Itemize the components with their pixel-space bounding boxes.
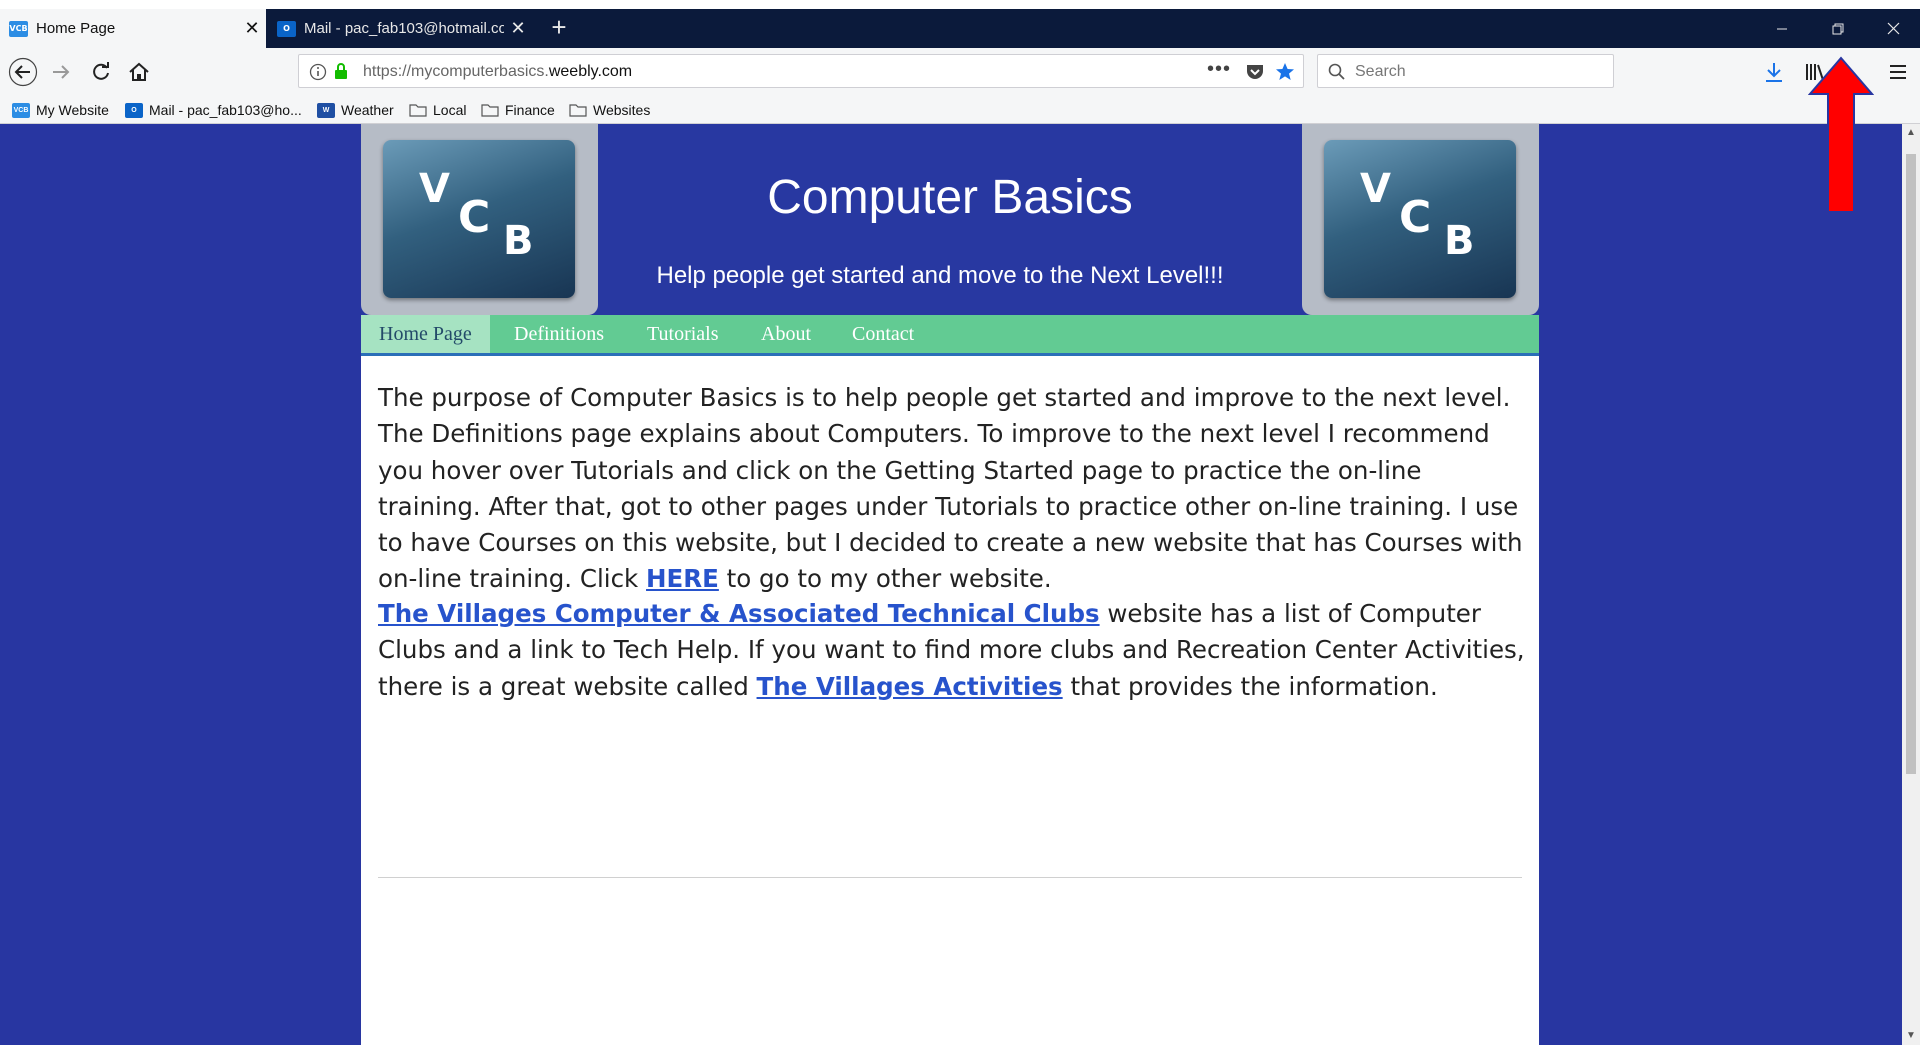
scroll-down-arrow-icon[interactable]: ▼: [1902, 1027, 1920, 1045]
folder-icon: [481, 104, 499, 117]
menu-about[interactable]: About: [761, 315, 811, 353]
tab-strip: VCB Home Page ✕ O Mail - pac_fab103@hotm…: [0, 0, 1920, 48]
bookmark-my-website[interactable]: VCB My Website: [12, 100, 109, 120]
logo-tile: V C B: [1324, 140, 1516, 298]
site-logo-right[interactable]: V C B: [1302, 124, 1539, 315]
folder-icon: [569, 104, 587, 117]
close-window-button[interactable]: [1865, 9, 1920, 48]
page-viewport: V C B Computer Basics Help people get st…: [0, 124, 1902, 1045]
folder-icon: [409, 104, 427, 117]
info-icon[interactable]: [309, 63, 327, 81]
tab-title: Home Page: [36, 20, 116, 37]
bookmarks-toolbar: VCB My Website O Mail - pac_fab103@ho...…: [0, 96, 1920, 124]
bookmark-label: Weather: [341, 102, 394, 118]
site-tagline: Help people get started and move to the …: [656, 262, 1224, 289]
vcb-favicon-icon: VCB: [9, 20, 28, 37]
bookmark-star-icon[interactable]: [1275, 62, 1295, 82]
menu-contact[interactable]: Contact: [852, 315, 914, 353]
forward-button[interactable]: [44, 56, 78, 88]
clubs-paragraph: The Villages Computer & Associated Techn…: [378, 596, 1528, 705]
intro-text: The purpose of Computer Basics is to hel…: [378, 383, 1523, 594]
reload-icon: [93, 62, 109, 80]
pocket-icon[interactable]: [1245, 63, 1265, 81]
minimize-button[interactable]: [1754, 9, 1810, 48]
restore-button[interactable]: [1810, 9, 1866, 48]
site-header: V C B Computer Basics Help people get st…: [361, 124, 1539, 315]
bookmark-weather[interactable]: W Weather: [317, 100, 394, 120]
home-button[interactable]: [122, 56, 156, 88]
hamburger-menu-icon: [1890, 65, 1906, 79]
site-menu: Home Page Definitions Tutorials About Co…: [361, 315, 1539, 356]
restore-icon: [1832, 23, 1844, 34]
back-arrow-icon: [8, 57, 38, 87]
downloads-button[interactable]: [1757, 56, 1791, 88]
bookmark-label: Websites: [593, 102, 651, 118]
vertical-scrollbar[interactable]: ▲ ▼: [1902, 124, 1920, 1045]
vcb-icon: VCB: [12, 102, 30, 118]
page-actions-menu-icon[interactable]: •••: [1207, 58, 1231, 81]
navigation-toolbar: https://mycomputerbasics.weebly.com ••• …: [0, 48, 1920, 96]
red-annotation-arrow-icon: [1808, 56, 1874, 213]
site-title: Computer Basics: [767, 171, 1133, 224]
outlook-favicon-icon: O: [277, 20, 296, 37]
search-icon: [1328, 63, 1345, 80]
logo-letter: B: [1444, 218, 1475, 264]
address-bar[interactable]: https://mycomputerbasics.weebly.com •••: [298, 54, 1304, 88]
bookmark-label: Mail - pac_fab103@ho...: [149, 102, 302, 118]
bookmark-mail[interactable]: O Mail - pac_fab103@ho...: [125, 100, 302, 120]
bookmark-label: My Website: [36, 102, 109, 118]
url-prefix: https://mycomputerbasics.: [363, 63, 549, 80]
lock-icon: [335, 63, 347, 79]
scroll-up-arrow-icon[interactable]: ▲: [1902, 124, 1920, 142]
url-text: https://mycomputerbasics.weebly.com: [363, 63, 632, 81]
tab-home-page[interactable]: VCB Home Page ✕: [0, 9, 266, 48]
bookmark-folder-websites[interactable]: Websites: [569, 100, 650, 120]
logo-letter: V: [1360, 166, 1391, 212]
content-divider: [378, 877, 1522, 878]
tab-mail[interactable]: O Mail - pac_fab103@hotmail.com ✕: [268, 9, 532, 48]
back-button[interactable]: [6, 56, 40, 88]
tab-title: Mail - pac_fab103@hotmail.com: [304, 20, 504, 37]
home-icon: [129, 62, 149, 81]
bookmark-label: Local: [433, 102, 467, 118]
bookmark-folder-local[interactable]: Local: [409, 100, 466, 120]
scrollbar-thumb[interactable]: [1906, 154, 1916, 774]
menu-home-page[interactable]: Home Page: [361, 315, 490, 353]
villages-activities-link[interactable]: The Villages Activities: [757, 672, 1063, 701]
new-tab-button[interactable]: +: [542, 13, 576, 43]
logo-tile: V C B: [383, 140, 575, 298]
logo-letter: C: [1399, 192, 1432, 243]
reload-button[interactable]: [84, 56, 118, 88]
clubs-text-end: that provides the information.: [1062, 671, 1438, 701]
forward-arrow-icon: [53, 65, 70, 79]
close-icon: [1887, 22, 1899, 35]
menu-button[interactable]: [1881, 56, 1915, 88]
close-tab-icon[interactable]: ✕: [238, 18, 266, 39]
outlook-icon: O: [125, 102, 143, 118]
url-domain: weebly.com: [548, 63, 633, 80]
intro-paragraph: The purpose of Computer Basics is to hel…: [378, 380, 1528, 598]
close-tab-icon[interactable]: ✕: [504, 18, 532, 39]
download-icon: [1766, 63, 1782, 82]
menu-tutorials[interactable]: Tutorials: [647, 315, 719, 353]
villages-computer-clubs-link[interactable]: The Villages Computer & Associated Techn…: [378, 599, 1100, 628]
main-content: The purpose of Computer Basics is to hel…: [361, 356, 1539, 1045]
search-placeholder: Search: [1355, 63, 1406, 80]
logo-letter: B: [503, 218, 534, 264]
logo-letter: C: [458, 192, 491, 243]
intro-text-end: to go to my other website.: [718, 564, 1052, 594]
weather-icon: W: [317, 102, 335, 118]
logo-letter: V: [419, 166, 450, 212]
menu-definitions[interactable]: Definitions: [514, 315, 604, 353]
search-bar[interactable]: Search: [1317, 54, 1614, 88]
bookmark-label: Finance: [505, 102, 555, 118]
site-logo-left[interactable]: V C B: [361, 124, 598, 315]
bookmark-folder-finance[interactable]: Finance: [481, 100, 555, 120]
minimize-icon: [1777, 28, 1787, 29]
here-link[interactable]: HERE: [646, 564, 719, 593]
